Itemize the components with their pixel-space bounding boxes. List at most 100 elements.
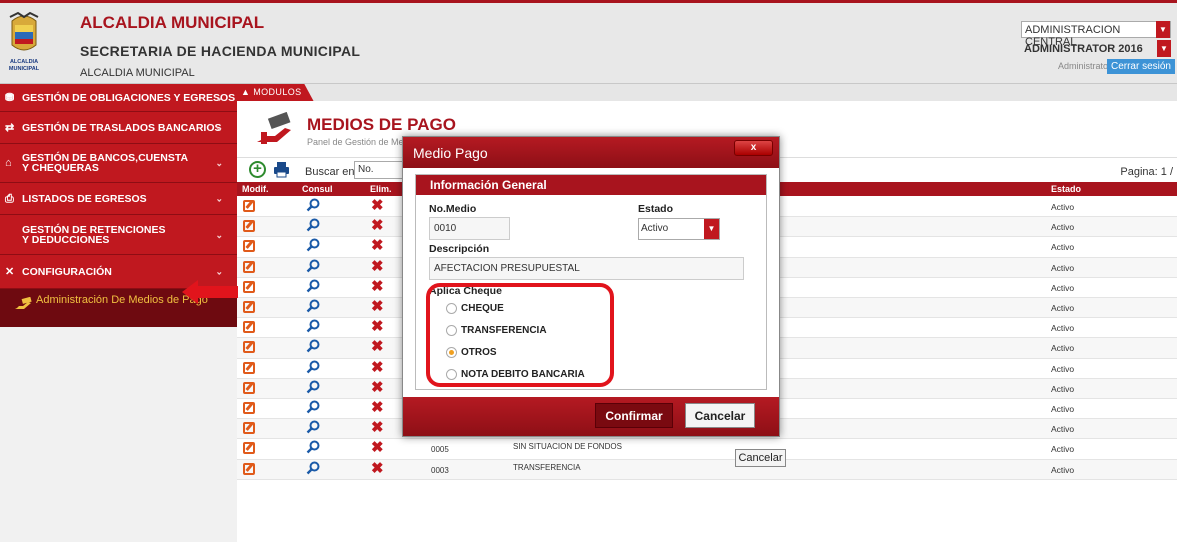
cancel-button[interactable]: Cancelar bbox=[685, 403, 755, 428]
dialog-title: Medio Pago bbox=[413, 145, 488, 161]
modulos-label: MODULOS bbox=[253, 87, 302, 97]
delete-icon[interactable]: ✖ bbox=[371, 218, 384, 233]
edit-icon[interactable] bbox=[243, 402, 255, 414]
close-button[interactable]: x bbox=[734, 140, 773, 156]
svg-text:ALCALDIA: ALCALDIA bbox=[10, 59, 38, 65]
search-icon[interactable] bbox=[306, 461, 320, 475]
warning-icon: ▲ bbox=[241, 87, 254, 97]
background-cancel-button[interactable]: Cancelar bbox=[735, 449, 786, 467]
delete-icon[interactable]: ✖ bbox=[371, 360, 384, 375]
delete-icon[interactable]: ✖ bbox=[371, 440, 384, 455]
cell-description: TRANSFERENCIA bbox=[513, 462, 581, 472]
cell-estado: Activo bbox=[1051, 303, 1075, 313]
delete-icon[interactable]: ✖ bbox=[371, 420, 384, 435]
delete-icon[interactable]: ✖ bbox=[371, 400, 384, 415]
search-icon[interactable] bbox=[306, 360, 320, 374]
logout-button[interactable]: Cerrar sesión bbox=[1106, 59, 1175, 74]
cell-estado: Activo bbox=[1051, 464, 1075, 475]
sidebar-item-bancos[interactable]: ⌂ GESTIÓN DE BANCOS,CUENSTA Y CHEQUERAS … bbox=[0, 144, 237, 183]
modulos-bar: ▲ MODULOS bbox=[237, 84, 1177, 101]
red-arrow-annotation bbox=[182, 280, 238, 304]
edit-icon[interactable] bbox=[243, 220, 255, 233]
sidebar-item-listados[interactable]: ⎙ LISTADOS DE EGRESOS ⌄ bbox=[0, 183, 237, 215]
edit-icon[interactable] bbox=[243, 321, 255, 334]
print-icon[interactable] bbox=[273, 161, 290, 178]
edit-icon[interactable] bbox=[243, 462, 255, 475]
search-icon[interactable] bbox=[306, 380, 320, 394]
delete-icon[interactable]: ✖ bbox=[371, 279, 384, 294]
coins-icon: ⛃ bbox=[5, 91, 15, 104]
sidebar-item-traslados[interactable]: ⇄ GESTIÓN DE TRASLADOS BANCARIOS ⌄ bbox=[0, 112, 237, 144]
edit-icon[interactable] bbox=[243, 422, 255, 435]
delete-icon[interactable]: ✖ bbox=[371, 461, 384, 476]
sidebar-item-obligaciones[interactable]: ⛃ GESTIÓN DE OBLIGACIONES Y EGRESOS ⌄ bbox=[0, 84, 237, 112]
add-icon[interactable]: + bbox=[249, 161, 266, 178]
dialog-header: Medio Pago x bbox=[403, 137, 779, 168]
cell-estado: Activo bbox=[1051, 424, 1075, 435]
delete-icon[interactable]: ✖ bbox=[371, 238, 384, 253]
coat-of-arms-logo: ALCALDIA MUNICIPAL bbox=[9, 11, 40, 72]
search-icon[interactable] bbox=[306, 339, 320, 353]
edit-icon[interactable] bbox=[243, 260, 255, 273]
edit-icon[interactable] bbox=[243, 301, 255, 313]
page-title: MEDIOS DE PAGO bbox=[307, 115, 456, 134]
confirm-button[interactable]: Confirmar bbox=[595, 403, 673, 428]
highlight-annotation bbox=[426, 283, 614, 387]
sidebar-item-label: GESTIÓN DE TRASLADOS BANCARIOS bbox=[22, 121, 222, 134]
chevron-down-icon: ⌄ bbox=[215, 266, 223, 276]
delete-icon[interactable]: ✖ bbox=[371, 198, 384, 213]
delete-icon[interactable]: ✖ bbox=[371, 299, 384, 314]
edit-icon[interactable] bbox=[243, 381, 255, 394]
pagination-text: Pagina: 1 / bbox=[1120, 166, 1173, 178]
table-row: ✖ 0003 TRANSFERENCIA Activo bbox=[237, 459, 1177, 480]
search-icon[interactable] bbox=[306, 279, 320, 293]
sidebar-item-label: GESTIÓN DE RETENCIONES Y DEDUCCIONES bbox=[22, 223, 166, 246]
column-estado: Estado bbox=[1051, 184, 1082, 194]
edit-icon[interactable] bbox=[243, 200, 255, 212]
delete-icon[interactable]: ✖ bbox=[371, 339, 384, 354]
sidebar-item-label: LISTADOS DE EGRESOS bbox=[22, 192, 147, 205]
entity-select[interactable]: ADMINISTRACION CENTRAL ▼ bbox=[1021, 21, 1171, 48]
search-icon[interactable] bbox=[306, 198, 320, 212]
chevron-down-icon: ▼ bbox=[1156, 21, 1170, 38]
cell-estado: Activo bbox=[1051, 363, 1075, 374]
search-icon[interactable] bbox=[306, 238, 320, 252]
search-field-select[interactable]: No. bbox=[354, 161, 404, 179]
delete-icon[interactable]: ✖ bbox=[371, 259, 384, 274]
descripcion-field[interactable]: AFECTACION PRESUPUESTAL bbox=[429, 257, 744, 280]
chevron-down-icon: ▼ bbox=[1157, 40, 1171, 57]
delete-icon[interactable]: ✖ bbox=[371, 380, 384, 395]
search-icon[interactable] bbox=[306, 319, 320, 333]
descripcion-label: Descripción bbox=[429, 243, 490, 255]
search-icon[interactable] bbox=[306, 400, 320, 414]
delete-icon[interactable]: ✖ bbox=[371, 319, 384, 334]
header-small-text: ALCALDIA MUNICIPAL bbox=[80, 67, 195, 79]
edit-icon[interactable] bbox=[243, 341, 255, 354]
no-medio-label: No.Medio bbox=[429, 203, 477, 215]
search-icon[interactable] bbox=[306, 218, 320, 232]
estado-select[interactable]: Activo ▼ bbox=[638, 218, 720, 240]
edit-icon[interactable] bbox=[243, 240, 255, 253]
no-medio-field[interactable]: 0010 bbox=[429, 217, 510, 240]
sidebar: ⛃ GESTIÓN DE OBLIGACIONES Y EGRESOS ⌄ ⇄ … bbox=[0, 84, 237, 542]
sidebar-item-retenciones[interactable]: GESTIÓN DE RETENCIONES Y DEDUCCIONES ⌄ bbox=[0, 215, 237, 255]
search-icon[interactable] bbox=[306, 299, 320, 313]
edit-icon[interactable] bbox=[243, 280, 255, 293]
user-select[interactable]: ADMINISTRATOR 2016 ▼ bbox=[1021, 40, 1171, 58]
search-label: Buscar en bbox=[305, 166, 355, 178]
search-icon[interactable] bbox=[306, 259, 320, 273]
print-icon: ⎙ bbox=[5, 192, 14, 205]
cell-estado: Activo bbox=[1051, 202, 1075, 212]
dialog-body: Información General No.Medio 0010 Estado… bbox=[415, 174, 767, 390]
app-header: ALCALDIA MUNICIPAL ALCALDIA MUNICIPAL SE… bbox=[0, 0, 1177, 84]
edit-icon[interactable] bbox=[243, 442, 255, 455]
cell-estado: Activo bbox=[1051, 383, 1075, 394]
estado-label: Estado bbox=[638, 203, 674, 215]
search-icon[interactable] bbox=[306, 440, 320, 454]
modulos-tab[interactable]: ▲ MODULOS bbox=[237, 84, 314, 101]
money-hand-icon bbox=[15, 297, 32, 309]
dialog-footer: Confirmar Cancelar bbox=[403, 397, 779, 436]
edit-icon[interactable] bbox=[243, 361, 255, 374]
search-icon[interactable] bbox=[306, 420, 320, 434]
cell-estado: Activo bbox=[1051, 282, 1075, 293]
